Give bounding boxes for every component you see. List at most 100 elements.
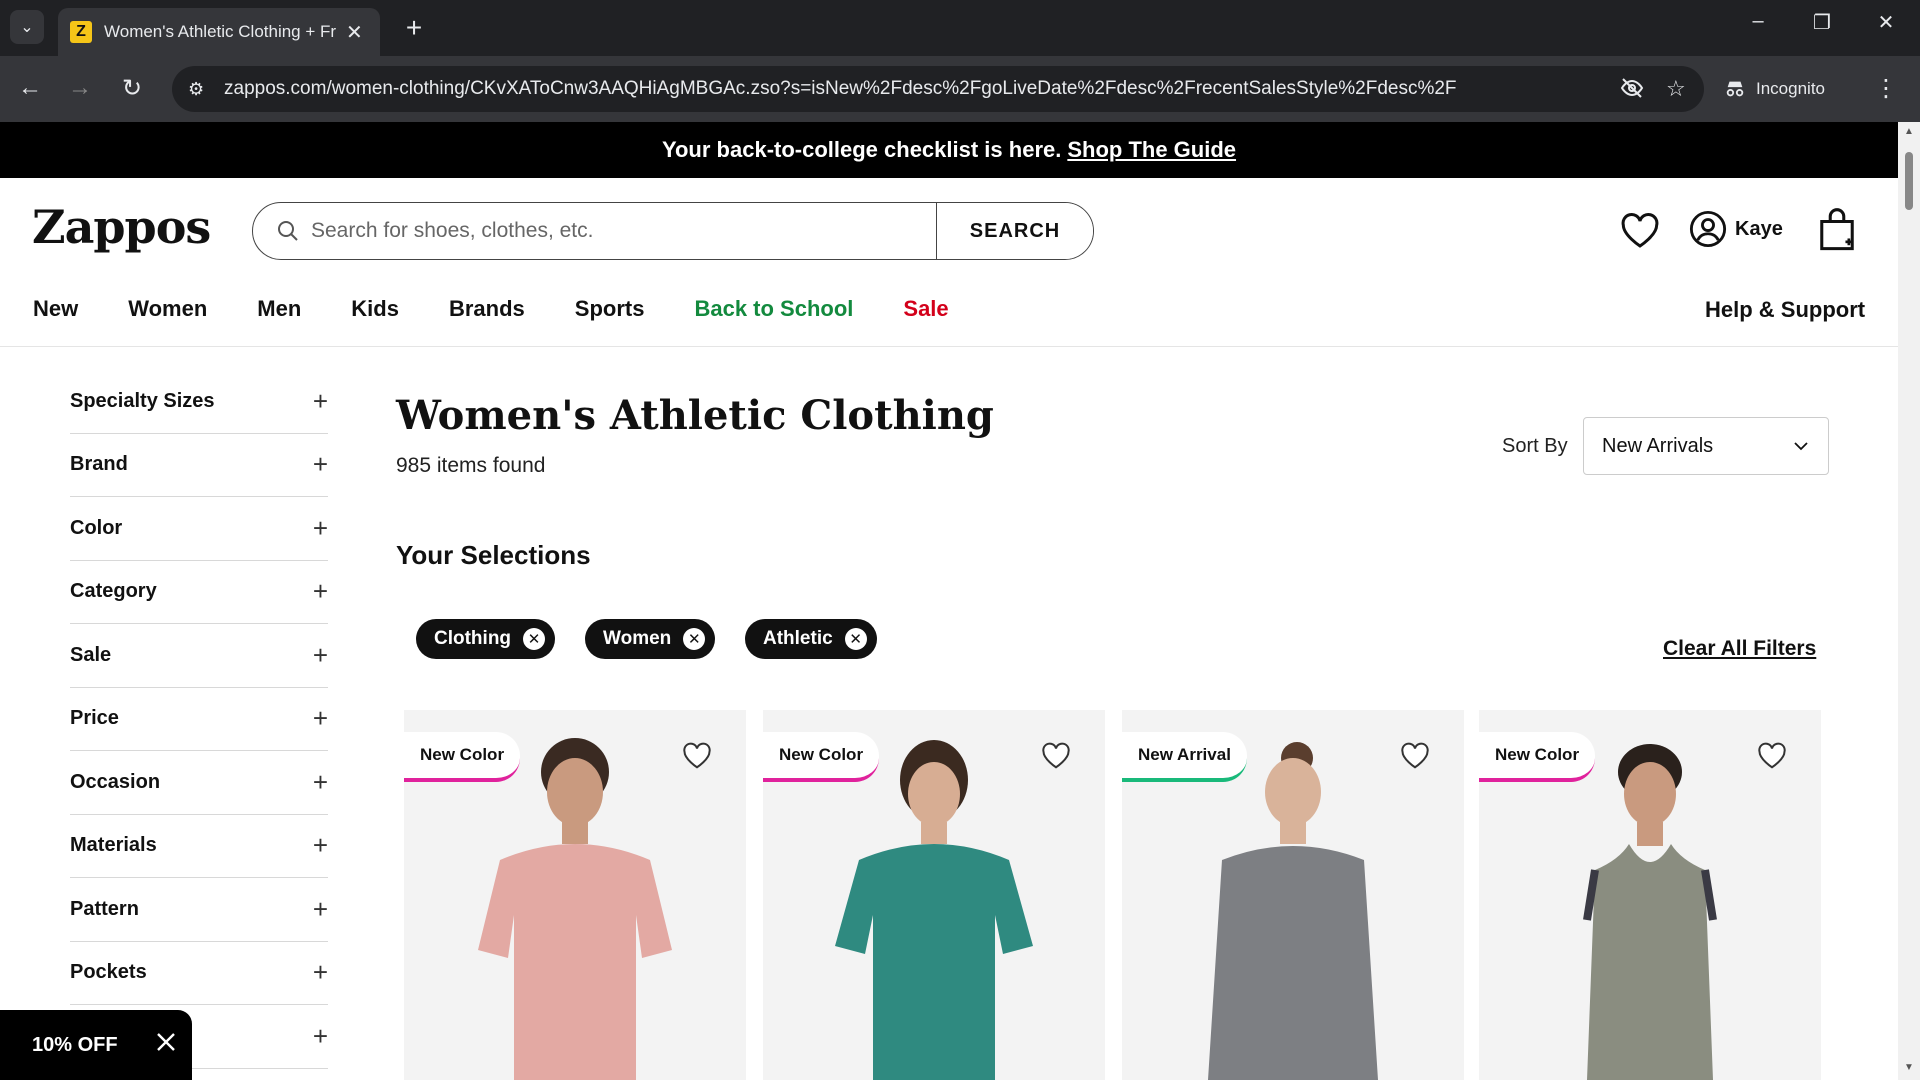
scroll-thumb[interactable] (1905, 152, 1913, 210)
search-button[interactable]: SEARCH (937, 203, 1093, 259)
facet-pockets[interactable]: Pockets + (70, 942, 328, 1005)
favorite-heart-icon[interactable] (1041, 742, 1071, 770)
remove-chip-icon[interactable]: ✕ (844, 628, 867, 650)
facet-price[interactable]: Price + (70, 688, 328, 751)
plus-icon: + (312, 576, 328, 607)
favorite-heart-icon[interactable] (1400, 742, 1430, 770)
sort-value: New Arrivals (1602, 434, 1714, 457)
address-bar[interactable]: ⚙ zappos.com/women-clothing/CKvXAToCnw3A… (172, 66, 1704, 112)
filter-chip-athletic[interactable]: Athletic ✕ (745, 619, 877, 659)
favorite-heart-icon[interactable] (1757, 742, 1787, 770)
page-scrollbar[interactable]: ▲ ▼ (1898, 122, 1920, 1080)
search-icon (278, 221, 298, 241)
browser-tab[interactable]: Z Women's Athletic Clothing + Fr ✕ (58, 8, 380, 56)
product-card[interactable]: New Color (763, 710, 1105, 1080)
facet-label: Sale (70, 643, 112, 666)
browser-toolbar: ← → ↻ ⚙ zappos.com/women-clothing/CKvXAT… (0, 56, 1920, 122)
discount-coupon-tab[interactable]: 10% OFF (0, 1010, 192, 1080)
eye-off-icon[interactable] (1620, 76, 1644, 106)
search-bar: SEARCH (252, 202, 1094, 260)
plus-icon: + (312, 512, 328, 543)
facet-label: Brand (70, 453, 128, 476)
remove-chip-icon[interactable]: ✕ (523, 628, 546, 650)
nav-sports[interactable]: Sports (575, 296, 645, 322)
facet-label: Specialty Sizes (70, 389, 215, 412)
plus-icon: + (312, 639, 328, 670)
url-text: zappos.com/women-clothing/CKvXAToCnw3AAQ… (224, 78, 1457, 99)
zappos-logo[interactable]: Zappos (32, 200, 211, 254)
sort-dropdown[interactable]: New Arrivals (1583, 417, 1829, 475)
close-icon[interactable] (154, 1030, 178, 1054)
nav-men[interactable]: Men (257, 296, 301, 322)
nav-divider (0, 346, 1898, 347)
plus-icon: + (312, 703, 328, 734)
facet-materials[interactable]: Materials + (70, 815, 328, 878)
plus-icon: + (312, 449, 328, 480)
remove-chip-icon[interactable]: ✕ (683, 628, 706, 650)
tab-close-icon[interactable]: ✕ (346, 20, 363, 45)
facet-label: Color (70, 516, 123, 539)
shopping-bag-icon[interactable] (1816, 208, 1858, 252)
facet-brand[interactable]: Brand + (70, 434, 328, 497)
plus-icon: + (312, 1020, 328, 1051)
promo-link[interactable]: Shop The Guide (1067, 137, 1236, 163)
product-card[interactable]: New Color (1479, 710, 1821, 1080)
product-card[interactable]: New Arrival (1122, 710, 1464, 1080)
tab-title: Women's Athletic Clothing + Fr (104, 22, 337, 41)
scroll-up-icon[interactable]: ▲ (1904, 126, 1914, 137)
bookmark-star-icon[interactable]: ☆ (1666, 76, 1686, 102)
facet-specialty-sizes[interactable]: Specialty Sizes + (70, 370, 328, 434)
tab-search-button[interactable]: ⌄ (10, 10, 44, 44)
heart-icon[interactable] (1620, 212, 1660, 250)
chevron-down-icon (1794, 442, 1808, 451)
incognito-label: Incognito (1756, 79, 1825, 98)
account-icon[interactable] (1689, 210, 1727, 248)
nav-sale[interactable]: Sale (903, 296, 948, 322)
facet-sale[interactable]: Sale + (70, 624, 328, 688)
browser-tab-bar: ⌄ Z Women's Athletic Clothing + Fr ✕ + –… (0, 0, 1920, 56)
facet-occasion[interactable]: Occasion + (70, 751, 328, 815)
plus-icon: + (312, 893, 328, 924)
facet-label: Pattern (70, 897, 139, 920)
help-support-link[interactable]: Help & Support (1705, 297, 1865, 323)
facet-label: Price (70, 707, 119, 730)
close-window-icon[interactable]: ✕ (1866, 10, 1906, 35)
restore-icon[interactable]: ❐ (1802, 10, 1842, 35)
facet-color[interactable]: Color + (70, 497, 328, 561)
coupon-text: 10% OFF (32, 1033, 118, 1056)
nav-women[interactable]: Women (128, 296, 207, 322)
plus-icon: + (312, 957, 328, 988)
favorite-heart-icon[interactable] (682, 742, 712, 770)
nav-brands[interactable]: Brands (449, 296, 525, 322)
new-tab-icon[interactable]: + (398, 12, 430, 44)
nav-kids[interactable]: Kids (351, 296, 399, 322)
facet-category[interactable]: Category + (70, 561, 328, 624)
facet-label: Category (70, 580, 157, 603)
site-settings-icon[interactable]: ⚙ (188, 79, 214, 100)
back-icon[interactable]: ← (12, 74, 48, 102)
nav-new[interactable]: New (33, 296, 78, 322)
scroll-down-icon[interactable]: ▼ (1904, 1062, 1914, 1073)
incognito-indicator[interactable]: Incognito (1724, 66, 1825, 112)
new-color-badge: New Color (1479, 732, 1596, 782)
filter-chip-women[interactable]: Women ✕ (585, 619, 716, 659)
reload-icon[interactable]: ↻ (114, 74, 150, 103)
nav-back-to-school[interactable]: Back to School (694, 296, 853, 322)
facet-pattern[interactable]: Pattern + (70, 878, 328, 942)
main-nav: New Women Men Kids Brands Sports Back to… (33, 296, 999, 322)
zappos-favicon-icon: Z (70, 21, 92, 43)
product-card[interactable]: New Color (404, 710, 746, 1080)
minimize-icon[interactable]: – (1738, 10, 1778, 33)
more-menu-icon[interactable]: ⋮ (1874, 74, 1898, 103)
search-input[interactable] (311, 219, 911, 243)
forward-icon[interactable]: → (62, 74, 98, 102)
facet-label: Pockets (70, 961, 147, 984)
promo-text: Your back-to-college checklist is here. (661, 137, 1062, 162)
chip-label: Clothing (434, 628, 512, 649)
user-name[interactable]: Kaye (1735, 218, 1783, 241)
plus-icon: + (312, 385, 328, 416)
your-selections-heading: Your Selections (396, 540, 591, 570)
filter-chip-clothing[interactable]: Clothing ✕ (416, 619, 556, 659)
clear-all-filters-link[interactable]: Clear All Filters (1663, 637, 1816, 661)
chip-label: Athletic (763, 628, 833, 649)
